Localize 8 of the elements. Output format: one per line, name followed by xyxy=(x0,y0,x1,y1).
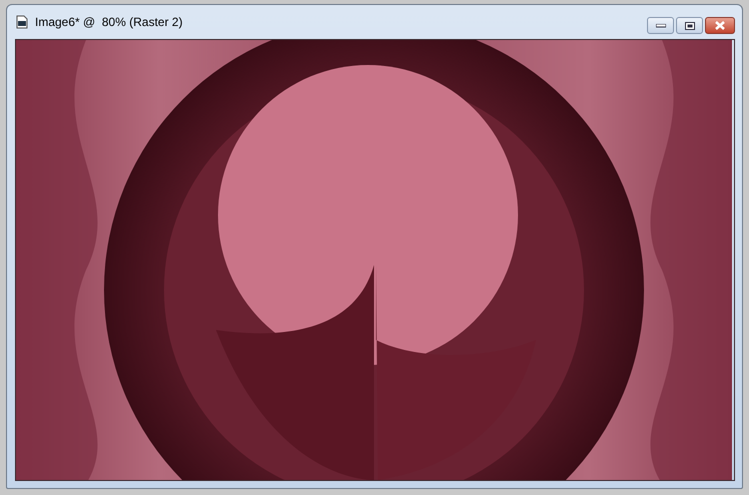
minimize-icon xyxy=(656,24,666,28)
document-icon xyxy=(15,15,29,29)
close-icon xyxy=(714,21,726,30)
close-button[interactable] xyxy=(705,17,735,34)
maximize-icon xyxy=(684,22,694,30)
window-title: Image6* @ 80% (Raster 2) xyxy=(35,15,184,29)
minimize-button[interactable] xyxy=(647,17,674,34)
maximize-button[interactable] xyxy=(676,17,703,34)
